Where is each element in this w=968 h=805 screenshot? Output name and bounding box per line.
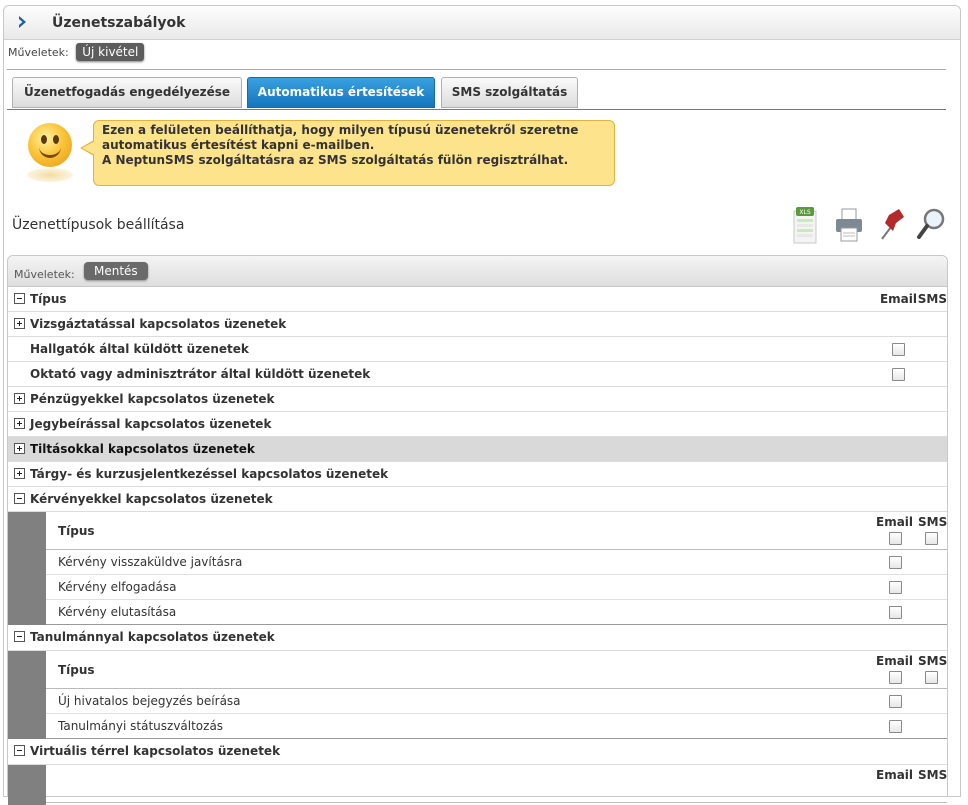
group-label: Vizsgáztatással kapcsolatos üzenetek <box>30 317 287 331</box>
group-row-bans[interactable]: Tiltásokkal kapcsolatos üzenetek <box>8 437 947 462</box>
item-label: Kérvény visszaküldve javításra <box>58 555 243 569</box>
requests-subgrid: Típus Email SMS Kérvény visszaküldve jav… <box>8 512 947 625</box>
actions-label: Műveletek: <box>8 46 69 59</box>
email-checkbox[interactable] <box>892 343 905 356</box>
sms-select-all-checkbox[interactable] <box>925 671 938 684</box>
subgrid-header: Email SMS <box>46 765 947 803</box>
list-item: Tanulmányi státuszváltozás <box>46 714 947 739</box>
email-checkbox[interactable] <box>889 606 902 619</box>
grid-actions-bar: Műveletek: Mentés <box>8 256 947 287</box>
subgrid-email-header: Email <box>876 515 914 529</box>
subgrid-header: Típus Email SMS <box>46 651 947 689</box>
subgrid-sms-header: SMS <box>918 654 948 668</box>
list-item: Kérvény elfogadása <box>46 575 947 600</box>
subgrid-indent-bar <box>8 512 46 625</box>
group-label: Pénzügyekkel kapcsolatos üzenetek <box>30 392 275 406</box>
list-item: Kérvény visszaküldve javításra <box>46 550 947 575</box>
group-row-courses[interactable]: Tárgy- és kurzusjelentkezéssel kapcsolat… <box>8 462 947 487</box>
group-label: Tanulmánnyal kapcsolatos üzenetek <box>30 630 275 644</box>
expand-icon[interactable] <box>14 468 25 479</box>
grid-actions-label: Műveletek: <box>14 268 75 281</box>
list-item: Új hivatalos bejegyzés beírása <box>46 689 947 714</box>
group-row-exams[interactable]: Vizsgáztatással kapcsolatos üzenetek <box>8 312 947 337</box>
tab-message-receiving[interactable]: Üzenetfogadás engedélyezése <box>12 77 242 108</box>
row-label: Oktató vagy adminisztrátor által küldött… <box>30 367 371 381</box>
email-checkbox[interactable] <box>889 695 902 708</box>
new-exception-button[interactable]: Új kivétel <box>76 43 145 61</box>
smiley-shadow <box>27 168 73 182</box>
email-checkbox[interactable] <box>889 556 902 569</box>
sms-select-all-checkbox[interactable] <box>925 532 938 545</box>
tab-underline <box>7 109 946 110</box>
collapse-icon[interactable] <box>14 745 25 756</box>
subgrid-email-header: Email <box>876 654 914 668</box>
expand-icon[interactable] <box>14 418 25 429</box>
expand-icon[interactable] <box>14 318 25 329</box>
subgrid-indent-bar <box>8 765 46 805</box>
list-item: Kérvény elutasítása <box>46 600 947 625</box>
save-button[interactable]: Mentés <box>84 262 148 280</box>
info-bubble: Ezen a felületen beállíthatja, hogy mily… <box>93 120 615 186</box>
divider <box>7 69 946 70</box>
group-label: Tiltásokkal kapcsolatos üzenetek <box>30 442 255 456</box>
group-row-grades[interactable]: Jegybeírással kapcsolatos üzenetek <box>8 412 947 437</box>
pin-icon[interactable] <box>875 205 907 245</box>
group-row-finance[interactable]: Pénzügyekkel kapcsolatos üzenetek <box>8 387 947 412</box>
subgrid-email-header: Email <box>876 768 914 782</box>
subgrid-indent-bar <box>8 651 46 739</box>
actions-bar: Műveletek: Új kivétel <box>8 43 145 61</box>
column-email-header: Email <box>879 292 917 306</box>
item-label: Kérvény elutasítása <box>58 605 177 619</box>
column-sms-header: SMS <box>917 292 947 306</box>
bubble-tail-fill <box>82 141 95 155</box>
group-row-studies[interactable]: Tanulmánnyal kapcsolatos üzenetek <box>8 625 947 651</box>
print-icon[interactable] <box>833 205 865 245</box>
subgrid-type-header: Típus <box>58 663 95 677</box>
xls-export-icon[interactable]: XLS <box>789 205 821 245</box>
collapse-icon[interactable] <box>14 493 25 504</box>
search-icon[interactable] <box>915 205 947 245</box>
collapse-all-icon[interactable] <box>14 293 25 304</box>
virtual-subgrid: Email SMS <box>8 765 947 805</box>
email-checkbox[interactable] <box>892 368 905 381</box>
panel-title: Üzenetszabályok <box>52 15 186 31</box>
panel-titlebar: Üzenetszabályok <box>4 6 960 40</box>
tab-automatic-notifications[interactable]: Automatikus értesítések <box>247 77 435 108</box>
subgrid-type-header: Típus <box>58 524 95 538</box>
item-label: Tanulmányi státuszváltozás <box>58 719 224 733</box>
info-line-1: Ezen a felületen beállíthatja, hogy mily… <box>102 123 579 137</box>
info-line-2: automatikus értesítést kapni e-mailben. <box>102 138 375 152</box>
table-row: Hallgatók által küldött üzenetek <box>8 337 947 362</box>
tab-sms-service[interactable]: SMS szolgáltatás <box>441 77 578 108</box>
item-label: Kérvény elfogadása <box>58 580 177 594</box>
subgrid-sms-header: SMS <box>918 515 948 529</box>
expand-icon[interactable] <box>14 393 25 404</box>
collapse-icon[interactable] <box>14 631 25 642</box>
table-row: Oktató vagy adminisztrátor által küldött… <box>8 362 947 387</box>
email-select-all-checkbox[interactable] <box>889 671 902 684</box>
svg-text:XLS: XLS <box>799 209 810 216</box>
grid-header-row: Típus Email SMS <box>8 287 947 312</box>
expand-icon[interactable] <box>14 443 25 454</box>
group-label: Kérvényekkel kapcsolatos üzenetek <box>30 492 273 506</box>
studies-subgrid: Típus Email SMS Új hivatalos bejegyzés b… <box>8 651 947 739</box>
group-row-requests[interactable]: Kérvényekkel kapcsolatos üzenetek <box>8 487 947 512</box>
group-row-virtual[interactable]: Virtuális térrel kapcsolatos üzenetek <box>8 739 947 765</box>
group-label: Virtuális térrel kapcsolatos üzenetek <box>30 744 281 758</box>
email-checkbox[interactable] <box>889 720 902 733</box>
section-title: Üzenettípusok beállítása <box>12 217 185 233</box>
item-label: Új hivatalos bejegyzés beírása <box>58 694 241 708</box>
subgrid-header: Típus Email SMS <box>46 512 947 550</box>
smiley-icon <box>28 123 72 167</box>
email-select-all-checkbox[interactable] <box>889 532 902 545</box>
column-type-header: Típus <box>30 292 67 306</box>
subgrid-sms-header: SMS <box>918 768 948 782</box>
message-types-grid: Műveletek: Mentés Típus Email SMS Vizsgá… <box>7 255 948 805</box>
row-label: Hallgatók által küldött üzenetek <box>30 342 249 356</box>
info-line-3: A NeptunSMS szolgáltatásra az SMS szolgá… <box>102 153 569 167</box>
email-checkbox[interactable] <box>889 581 902 594</box>
chevron-right-icon[interactable] <box>16 15 30 29</box>
group-label: Jegybeírással kapcsolatos üzenetek <box>30 417 272 431</box>
group-label: Tárgy- és kurzusjelentkezéssel kapcsolat… <box>30 467 389 481</box>
